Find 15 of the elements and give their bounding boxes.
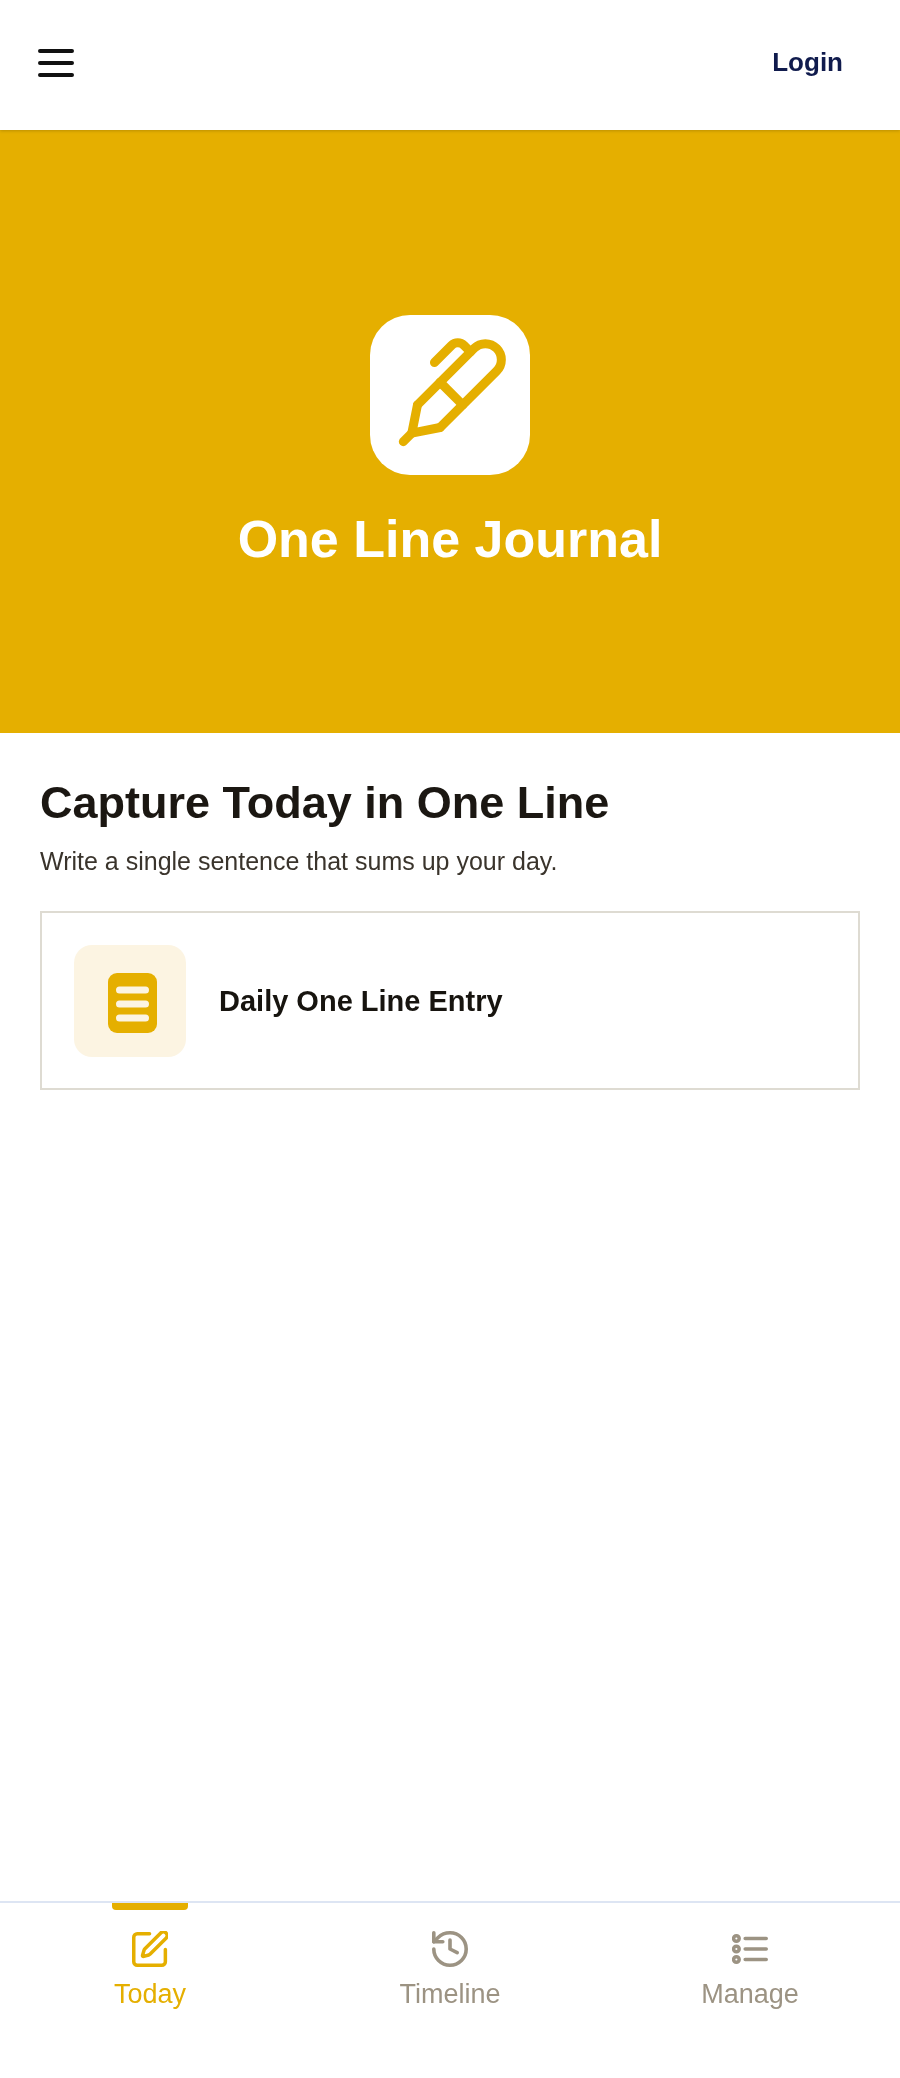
nav-tab[interactable]: Manage xyxy=(600,1903,900,2078)
history-icon xyxy=(432,1931,468,1967)
page-subtitle: Write a single sentence that sums up your day. xyxy=(40,846,558,876)
app-title: One Line Journal xyxy=(237,509,663,570)
nav-tab[interactable]: Today xyxy=(0,1903,300,2078)
document-icon xyxy=(74,944,186,1057)
entry-card[interactable]: Daily One Line Entry xyxy=(40,911,860,1090)
list-icon xyxy=(732,1931,768,1967)
menu-button[interactable] xyxy=(36,47,76,79)
edit-icon xyxy=(132,1931,168,1967)
nav-tab[interactable]: Timeline xyxy=(300,1903,600,2078)
pen-icon xyxy=(370,315,530,475)
login-button[interactable]: Login xyxy=(772,46,843,78)
page-heading: Capture Today in One Line xyxy=(40,776,610,830)
menu-icon xyxy=(38,49,74,77)
